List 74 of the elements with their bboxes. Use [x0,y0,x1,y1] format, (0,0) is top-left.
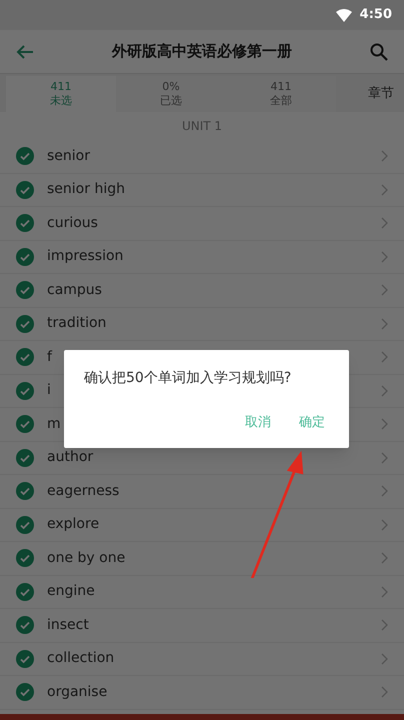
word-row[interactable]: tradition [0,308,404,341]
check-circle-icon[interactable] [16,683,34,702]
word-row[interactable]: organise [0,676,404,710]
chevron-right-icon [381,217,388,230]
word-text: campus [47,280,102,300]
chevron-right-icon [381,586,388,598]
check-circle-icon[interactable] [16,650,34,668]
chevron-right-icon [381,284,388,296]
chevron-right-icon [381,619,388,632]
filter-tab[interactable]: 411 未选 [6,76,116,112]
word-text: i [47,381,51,400]
dialog-button[interactable]: 取消 [245,413,271,432]
chevron-right-icon [381,518,388,531]
chevron-right-icon [381,351,388,364]
wifi-icon [336,8,352,22]
chevron-right-icon [381,686,388,698]
word-text: senior high [47,180,125,200]
check-circle-icon[interactable] [16,549,34,568]
word-text: impression [47,247,124,266]
word-text: curious [47,214,98,233]
check-circle-icon[interactable] [16,616,34,634]
word-row[interactable]: eagerness [0,475,404,508]
chevron-right-icon [381,318,388,330]
chevron-right-icon [381,652,388,665]
word-row[interactable]: senior high [0,174,404,207]
search-icon[interactable] [370,42,388,60]
page-title: 外研版高中英语必修第一册 [110,41,293,62]
word-text: insect [47,616,89,635]
check-circle-icon[interactable] [16,147,34,166]
word-row[interactable]: explore [0,508,404,542]
word-text: m [47,414,61,434]
check-circle-icon[interactable] [16,180,34,199]
chevron-right-icon [381,452,388,464]
word-text: author [47,448,94,468]
chevron-right-icon [381,384,388,397]
chapter-button[interactable]: 章节 [336,76,398,112]
word-text: explore [47,515,100,534]
word-text: engine [47,582,95,602]
chevron-right-icon [381,552,388,564]
check-circle-icon[interactable] [16,382,34,400]
word-text: eagerness [47,482,120,501]
word-row[interactable]: impression [0,240,404,274]
status-time: 4:50 [360,6,392,24]
chevron-right-icon [381,184,388,196]
check-circle-icon[interactable] [16,516,34,534]
word-row[interactable]: curious [0,207,404,240]
word-row[interactable]: senior [0,140,404,174]
chevron-right-icon [381,418,388,430]
word-row[interactable]: engine [0,576,404,609]
word-row[interactable]: campus [0,274,404,308]
check-circle-icon[interactable] [16,314,34,333]
word-text: f [47,348,52,367]
word-text: tradition [47,314,106,334]
chevron-right-icon [381,485,388,498]
check-circle-icon[interactable] [16,482,34,500]
back-arrow-icon[interactable] [16,44,34,60]
check-circle-icon[interactable] [16,214,34,232]
check-circle-icon[interactable] [16,348,34,366]
dialog-button[interactable]: 确定 [299,413,325,432]
check-circle-icon[interactable] [16,281,34,300]
word-row[interactable]: collection [0,642,404,676]
word-row[interactable]: one by one [0,542,404,576]
check-circle-icon[interactable] [16,415,34,434]
word-text: one by one [47,548,126,568]
word-row[interactable]: insect [0,609,404,642]
check-circle-icon[interactable] [16,248,34,266]
word-text: collection [47,649,114,668]
chevron-right-icon [381,250,388,263]
check-circle-icon[interactable] [16,582,34,601]
dialog-message: 确认把50个单词加入学习规划吗? [84,369,292,388]
word-text: senior [47,146,90,166]
chevron-right-icon [381,150,388,162]
check-circle-icon[interactable] [16,448,34,467]
word-text: organise [47,682,108,702]
